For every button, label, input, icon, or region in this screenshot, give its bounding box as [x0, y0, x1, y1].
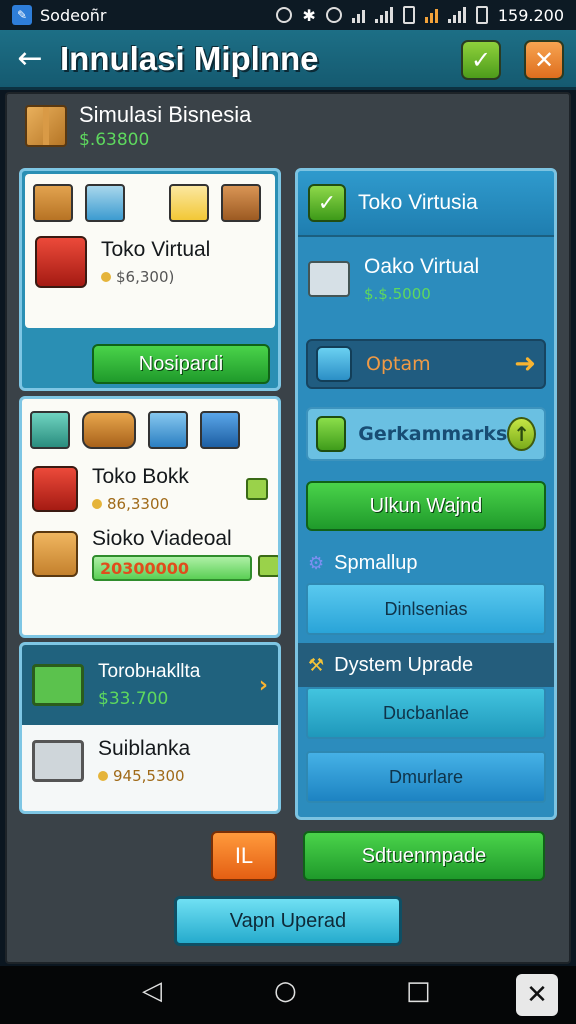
option-row[interactable]: Optam ➜	[306, 339, 546, 389]
confirm-button[interactable]: ✓	[461, 40, 501, 80]
signal-2-icon	[424, 7, 438, 23]
upgrade-item[interactable]: Dmurlare	[306, 751, 546, 803]
cheese-box-icon	[169, 184, 209, 222]
main-action-button[interactable]: Ulkun Wajnd	[306, 481, 546, 531]
bluetooth-icon: ✱	[302, 5, 316, 25]
nav-recents-icon[interactable]: □	[406, 976, 431, 1006]
upgrade-icon: ⚒	[308, 654, 325, 676]
orange-button[interactable]: IL	[211, 831, 277, 881]
gerk-row[interactable]: Gerkammarks ↑	[306, 407, 546, 461]
item-name: Suiblanka	[98, 737, 191, 760]
coin-icon	[92, 499, 102, 509]
back-arrow-icon[interactable]: ←	[0, 41, 60, 76]
sync-icon	[325, 7, 342, 23]
item-name: Torobнakllta	[98, 661, 201, 682]
package-icon	[25, 105, 67, 147]
close-icon: ✕	[533, 46, 555, 74]
upgrade-green-button[interactable]: Sdtuenmpade	[303, 831, 545, 881]
arrow-right-icon: ➜	[514, 349, 536, 379]
page-title: Innulasi Miplnne	[60, 39, 319, 77]
bag-icon	[32, 466, 78, 512]
coin-icon	[98, 771, 108, 781]
shop-icon	[35, 236, 87, 288]
store-price: $.$.5000	[364, 285, 431, 303]
nav-back-icon[interactable]: ◁	[142, 976, 162, 1006]
bin-icon	[148, 411, 188, 449]
store-card-1: Toko Virtual $6,300) Nosipardi	[19, 168, 281, 391]
alarm-icon	[276, 7, 293, 23]
game-launcher-icon[interactable]: ✕	[516, 974, 558, 1016]
business-money: $.63800	[79, 130, 150, 150]
arrow-up-icon: ↑	[507, 417, 536, 451]
check-icon: ✓	[470, 46, 492, 74]
leaf-icon	[316, 416, 347, 452]
item-toggle[interactable]	[246, 478, 268, 500]
system-nav-bar: ◁ ○ □ ✕	[0, 966, 576, 1024]
app-icon: ✎	[12, 5, 32, 25]
nav-home-icon[interactable]: ○	[274, 976, 297, 1006]
crate-icon	[33, 184, 73, 222]
title-bar: ← Innulasi Miplnne ✓ ✕	[0, 30, 576, 90]
item-toggle[interactable]	[258, 555, 278, 577]
coin-icon	[101, 272, 111, 282]
item-price: $6,300)	[116, 268, 175, 286]
box-icon	[221, 184, 261, 222]
battery-2-icon	[475, 6, 488, 24]
chest-icon	[30, 411, 70, 449]
status-time: 159.200	[497, 5, 564, 25]
signal-3-icon	[447, 7, 466, 23]
option-icon	[316, 346, 352, 382]
item-name: Toko Bokk	[92, 465, 189, 488]
item-price: 86,3300	[107, 495, 170, 513]
cart-icon	[32, 664, 84, 706]
signal-icon	[374, 7, 393, 23]
status-app-name: Sodeoñr	[40, 5, 107, 25]
buy-button[interactable]: Nosipardi	[92, 344, 270, 384]
upgrade-item[interactable]: Ducbanlae	[306, 687, 546, 739]
gear-icon: ⚙	[308, 552, 325, 574]
business-header: Simulasi Bisnesia $.63800	[25, 102, 251, 150]
item-name: Sioko Viadeoal	[92, 527, 232, 550]
trash-can-icon	[200, 411, 240, 449]
cart-icon	[308, 261, 350, 297]
section-title: Dystem Uprade	[334, 653, 474, 676]
shopping-cart-icon	[32, 740, 84, 782]
item-name: Toko Virtual	[101, 238, 211, 261]
close-button[interactable]: ✕	[524, 40, 564, 80]
basket-icon	[85, 184, 125, 222]
box-icon	[32, 531, 78, 577]
business-name: Simulasi Bisnesia	[79, 102, 252, 127]
battery-icon	[402, 6, 415, 24]
progress-bar: 20300000	[92, 555, 252, 581]
upgrade-item[interactable]: Dinlsenias	[306, 583, 546, 635]
store-name: Oako Virtual	[364, 255, 480, 278]
item-price: 945,5300	[113, 767, 185, 785]
upgrade-panel: ✓ Toko Virtusia Oako Virtual $.$.5000 Op…	[295, 168, 557, 820]
wifi-icon	[351, 7, 365, 23]
store-card-2: Toko Bokk 86,3300 Sioko Viadeoal 2030000…	[19, 396, 281, 638]
bread-basket-icon	[82, 411, 136, 449]
store-card-3: Torobнakllta $33.700 › Suiblanka 945,530…	[19, 642, 281, 814]
item-price: $33.700	[98, 689, 169, 709]
chevron-right-icon[interactable]: ›	[259, 673, 268, 698]
upgrade-cyan-button[interactable]: Vapn Uperad	[174, 896, 402, 946]
section-title: Spmallup	[334, 551, 418, 574]
check-icon[interactable]: ✓	[308, 184, 346, 222]
panel-title: Toko Virtusia	[358, 191, 478, 214]
status-bar: ✎ Sodeoñr ✱ 159.200	[0, 0, 576, 30]
